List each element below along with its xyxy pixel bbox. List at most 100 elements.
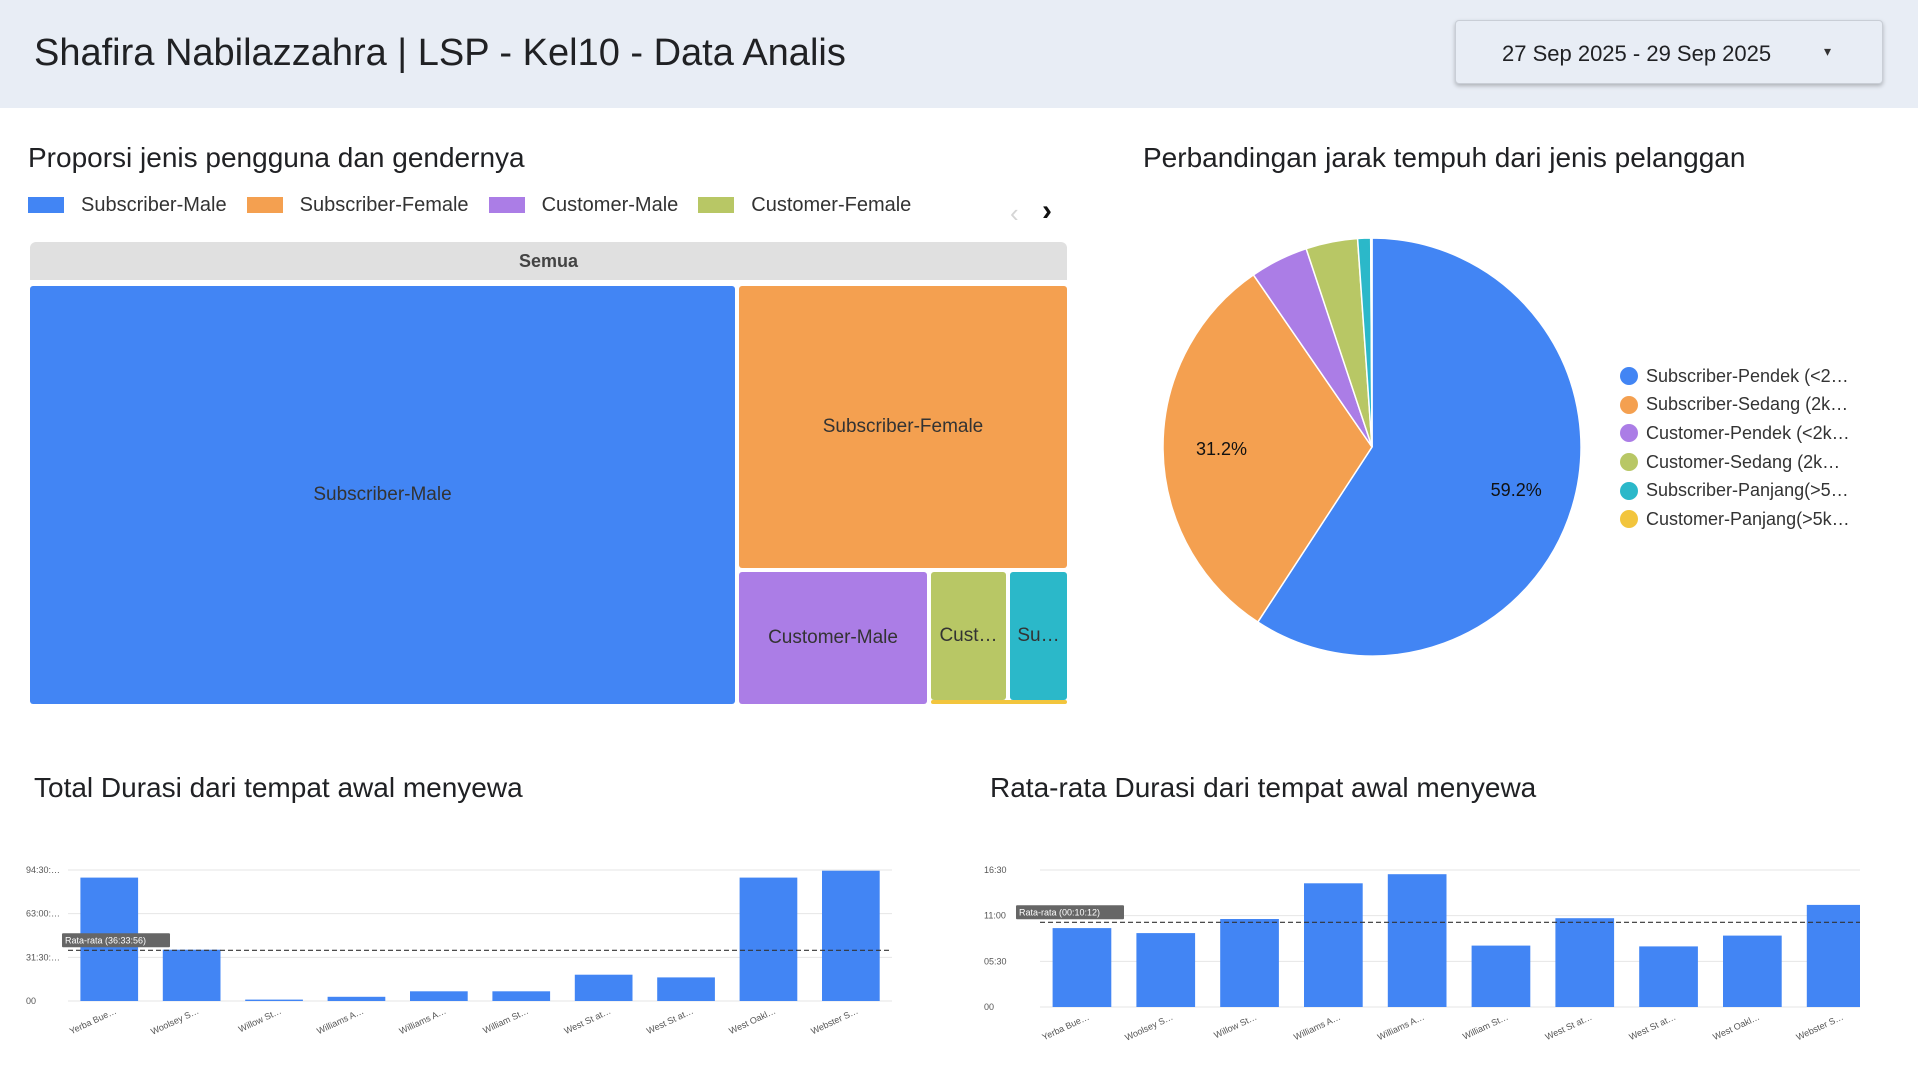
treemap-title: Proporsi jenis pengguna dan gendernya [28,142,525,173]
pie-legend-item[interactable]: Customer-Panjang(>5k… [1620,505,1850,534]
bar [1639,946,1698,1007]
treemap-cell[interactable]: Customer-Male [739,572,927,704]
bar [245,999,303,1001]
bar [327,996,386,1001]
total-duration-title: Total Durasi dari tempat awal menyewa [34,772,523,803]
bar [1723,935,1782,1007]
legend-label: Customer-Male [541,193,679,216]
legend-prev-icon[interactable]: ‹ [1010,198,1019,229]
x-tick-label: William St… [1461,1012,1510,1042]
x-tick-label: Woolsey S… [1123,1012,1174,1043]
pie-title: Perbandingan jarak tempuh dari jenis pel… [1143,142,1746,173]
bar [410,991,468,1001]
pie-legend-item[interactable]: Subscriber-Sedang (2k… [1620,391,1850,420]
x-tick-label: Webster S… [809,1006,859,1037]
bar [574,974,633,1001]
x-tick-label: Williams A… [1376,1012,1426,1042]
treemap-cell[interactable]: Subscriber-Male [30,286,735,704]
x-tick-label: West St at… [563,1006,613,1036]
pie-legend-item[interactable]: Customer-Pendek (<2k… [1620,419,1850,448]
pie-slice [1369,237,1373,448]
x-tick-label: Yerba Bue… [68,1006,118,1036]
pie-slice [1252,247,1373,448]
treemap-legend: Subscriber-Male Subscriber-Female Customer… [28,192,931,218]
treemap-legend-item[interactable]: Customer-Female [698,194,911,217]
x-tick-label: West St at… [645,1006,695,1036]
pie-legend-item[interactable]: Customer-Sedang (2k… [1620,448,1850,477]
bar [492,991,551,1001]
bar [1471,945,1531,1007]
legend-dot [1620,481,1638,500]
x-tick-label: Williams A… [1292,1012,1342,1042]
pie-slice-label: 59.2% [1491,480,1542,500]
y-tick-label: 05:30 [984,956,1007,966]
bar [657,977,715,1001]
treemap-legend-item[interactable]: Subscriber-Female [246,193,469,217]
x-tick-label: West St at… [1627,1012,1677,1042]
pie-legend-label: Customer-Pendek (<2k… [1646,422,1850,443]
x-tick-label: Williams A… [315,1006,365,1036]
report-header: Shafira Nabilazzahra | LSP - Kel10 - Dat… [0,0,1918,108]
avg-duration-title: Rata-rata Durasi dari tempat awal menyew… [990,772,1537,803]
y-tick-label: 63:00:… [26,909,60,919]
avg-duration-bar-chart: 00 05:30 11:00 16:30 Yerba Bue… Woolsey S… Wil… [984,865,1860,1043]
legend-next-icon[interactable]: › [1042,194,1052,228]
legend-swatch [698,197,735,213]
legend-dot [1620,424,1638,443]
pie-legend-label: Subscriber-Pendek (<2… [1646,365,1849,386]
treemap-cell[interactable]: Subscriber-Female [739,286,1067,568]
legend-dot [1620,395,1638,414]
chevron-down-icon: ▾ [1824,43,1832,59]
y-tick-label: 00 [26,996,36,1006]
y-tick-label: 00 [984,1002,994,1012]
pie-legend-item[interactable]: Subscriber-Panjang(>5… [1620,476,1850,505]
pie-slice-label: 31.2% [1196,439,1247,459]
legend-swatch [246,197,283,213]
treemap-legend-item[interactable]: Subscriber-Male [28,194,227,217]
legend-label: Subscriber-Female [299,193,469,216]
legend-swatch [488,197,525,213]
pie-legend: Subscriber-Pendek (<2… Subscriber-Sedang … [1620,362,1850,534]
legend-dot [1620,453,1638,472]
treemap-root-header[interactable]: Semua [30,242,1067,280]
date-range-picker[interactable]: 27 Sep 2025 - 29 Sep 2025 ▾ [1455,20,1883,84]
pie-slice [1356,237,1373,448]
pie-slice [1162,273,1373,624]
x-tick-label: Willow St… [237,1006,283,1035]
treemap-cell[interactable]: Su… [1010,572,1067,700]
pie-legend-label: Customer-Panjang(>5k… [1646,508,1850,529]
pie-slice [1256,237,1582,657]
bar [162,949,221,1001]
date-range-value: 27 Sep 2025 - 29 Sep 2025 [1502,41,1772,66]
page-title: Shafira Nabilazzahra | LSP - Kel10 - Dat… [34,32,846,74]
bar [1052,928,1112,1007]
y-tick-label: 94:30:… [26,865,60,875]
y-tick-label: 16:30 [984,865,1007,875]
pie-slice [1305,237,1373,448]
legend-dot [1620,367,1638,386]
bar [1555,918,1615,1007]
legend-dot [1620,510,1638,529]
treemap-cell[interactable]: Cust… [931,572,1006,700]
pie-legend-label: Subscriber-Panjang(>5… [1646,480,1849,501]
bar [1220,919,1279,1007]
x-tick-label: Willow St… [1212,1012,1258,1041]
treemap-legend-item[interactable]: Customer-Male [488,193,679,217]
x-tick-label: Yerba Bue… [1041,1012,1091,1042]
bar [1304,883,1363,1007]
x-tick-label: West St at… [1544,1012,1594,1042]
bar [1806,904,1860,1007]
reference-label: Rata-rata (00:10:12) [1019,907,1100,917]
x-tick-label: William St… [481,1006,530,1036]
total-duration-bar-chart: 00 31:30:… 63:00:… 94:30:… Yerba Bue… Woolsey… [26,865,892,1037]
bar [739,877,798,1001]
legend-swatch [28,197,64,213]
x-tick-label: West Oakl… [1711,1012,1761,1042]
x-tick-label: Webster S… [1795,1012,1845,1043]
treemap-cell[interactable] [931,700,1067,704]
pie-legend-item[interactable]: Subscriber-Pendek (<2… [1620,362,1850,391]
pie-legend-label: Customer-Sedang (2k… [1646,451,1841,472]
y-tick-label: 31:30:… [26,952,60,962]
y-tick-label: 11:00 [984,911,1006,921]
x-tick-label: West Oakl… [727,1006,777,1036]
